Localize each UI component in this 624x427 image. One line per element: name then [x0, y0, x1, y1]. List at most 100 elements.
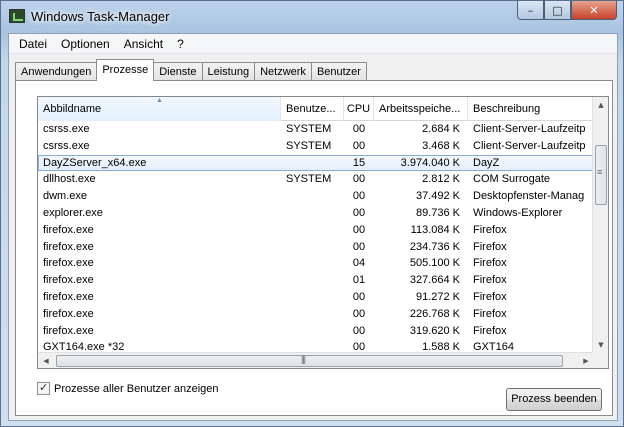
- row-cpu-cell: 00: [352, 123, 366, 135]
- maximize-button[interactable]: □: [544, 1, 571, 20]
- horizontal-scroll-thumb[interactable]: [56, 354, 563, 367]
- process-list[interactable]: ▲ Abbildname Benutze... CPU Arbeitsspeic…: [37, 96, 609, 369]
- tab-leistung[interactable]: Leistung: [201, 62, 256, 81]
- row-user-cell: [281, 239, 344, 256]
- row-name-cell: firefox.exe: [43, 274, 94, 287]
- menu-datei[interactable]: Datei: [12, 34, 54, 54]
- row-memory-cell: 319.620 K: [409, 324, 460, 337]
- row-user-cell: [281, 205, 344, 222]
- row-description-cell: Firefox: [473, 307, 507, 320]
- menu-optionen[interactable]: Optionen: [54, 34, 117, 54]
- table-row[interactable]: firefox.exe 00 234.736 K Firefox: [38, 239, 594, 256]
- row-user-cell: [281, 272, 344, 289]
- row-name-cell: csrss.exe: [43, 139, 90, 152]
- close-button[interactable]: ✕: [571, 1, 617, 20]
- show-all-users-checkbox[interactable]: [37, 381, 50, 395]
- row-name-cell: firefox.exe: [43, 257, 94, 270]
- menu-help[interactable]: ?: [170, 34, 191, 54]
- table-row[interactable]: csrss.exe SYSTEM 00 3.468 K Client-Server-La…: [38, 138, 594, 155]
- row-user-cell: [281, 323, 344, 340]
- menu-bar: Datei Optionen Ansicht ?: [9, 34, 617, 54]
- tab-dienste[interactable]: Dienste: [153, 62, 203, 81]
- tab-strip: Anwendungen Prozesse Dienste Leistung Ne…: [15, 59, 367, 81]
- column-header-row: ▲ Abbildname Benutze... CPU Arbeitsspeic…: [38, 97, 594, 121]
- client-area: Datei Optionen Ansicht ? Anwendungen Pro…: [8, 33, 618, 421]
- row-cpu-cell: 00: [352, 223, 366, 236]
- row-description-cell: Firefox: [473, 257, 507, 270]
- row-cpu-cell: 00: [352, 206, 366, 219]
- row-description-cell: Windows-Explorer: [473, 206, 563, 219]
- menu-ansicht[interactable]: Ansicht: [117, 34, 170, 54]
- horizontal-scrollbar[interactable]: ◀ ▶: [38, 352, 594, 368]
- row-user-cell: [281, 306, 344, 323]
- table-row[interactable]: csrss.exe SYSTEM 00 2.684 K Client-Server-La…: [38, 121, 594, 138]
- row-cpu-cell: 04: [352, 257, 366, 270]
- row-user-cell: [281, 222, 344, 239]
- table-row[interactable]: firefox.exe 04 505.100 K Firefox: [38, 255, 594, 272]
- table-row[interactable]: DayZServer_x64.exe 15 3.974.040 K DayZ: [38, 154, 594, 172]
- row-cpu-cell: 00: [352, 240, 366, 253]
- row-memory-cell: 226.768 K: [409, 307, 460, 320]
- window-title: Windows Task-Manager: [31, 9, 170, 24]
- row-user-cell: [281, 155, 344, 172]
- table-row[interactable]: firefox.exe 00 113.084 K Firefox: [38, 222, 594, 239]
- row-cpu-cell: 00: [352, 139, 366, 152]
- scroll-up-arrow-icon[interactable]: ▲: [593, 97, 608, 113]
- row-user-cell: SYSTEM: [286, 123, 332, 135]
- row-cpu-cell: 00: [352, 173, 366, 186]
- sort-ascending-icon: ▲: [156, 97, 163, 104]
- table-row[interactable]: firefox.exe 00 226.768 K Firefox: [38, 306, 594, 323]
- row-name-cell: firefox.exe: [43, 240, 94, 253]
- table-row[interactable]: dwm.exe 00 37.492 K Desktopfenster-Manag: [38, 188, 594, 205]
- row-description-cell: Client-Server-Laufzeitp: [473, 139, 586, 152]
- row-cpu-cell: 01: [352, 274, 366, 287]
- table-row[interactable]: firefox.exe 00 91.272 K Firefox: [38, 289, 594, 306]
- row-memory-cell: 2.812 K: [422, 173, 460, 186]
- tab-prozesse[interactable]: Prozesse: [96, 59, 155, 81]
- processes-panel: ▲ Abbildname Benutze... CPU Arbeitsspeic…: [15, 80, 613, 416]
- row-name-cell: explorer.exe: [43, 206, 103, 219]
- show-all-users-option[interactable]: Prozesse aller Benutzer anzeigen: [37, 381, 219, 395]
- row-user-cell: SYSTEM: [286, 139, 332, 152]
- row-memory-cell: 3.974.040 K: [400, 156, 460, 169]
- task-manager-window: Windows Task-Manager – □ ✕ Datei Optione…: [0, 0, 624, 427]
- row-user-cell: [281, 289, 344, 306]
- table-row[interactable]: firefox.exe 00 319.620 K Firefox: [38, 323, 594, 340]
- vertical-scrollbar[interactable]: ▲ ▼: [592, 97, 608, 353]
- row-memory-cell: 89.736 K: [415, 206, 460, 219]
- row-name-cell: firefox.exe: [43, 223, 94, 236]
- table-row[interactable]: dllhost.exe SYSTEM 00 2.812 K COM Surrogate: [38, 171, 594, 188]
- tab-benutzer[interactable]: Benutzer: [310, 62, 367, 81]
- row-user-cell: [281, 188, 344, 205]
- column-header-user[interactable]: Benutze...: [281, 97, 344, 121]
- table-row[interactable]: explorer.exe 00 89.736 K Windows-Explorer: [38, 205, 594, 222]
- row-name-cell: firefox.exe: [43, 290, 94, 303]
- tab-netzwerk[interactable]: Netzwerk: [254, 62, 312, 81]
- column-header-memory[interactable]: Arbeitsspeiche...: [374, 97, 468, 121]
- row-cpu-cell: 00: [352, 290, 366, 303]
- table-row[interactable]: firefox.exe 01 327.664 K Firefox: [38, 272, 594, 289]
- vertical-scroll-thumb[interactable]: [595, 145, 607, 205]
- column-header-description[interactable]: Beschreibung: [468, 97, 594, 121]
- column-header-cpu[interactable]: CPU: [344, 97, 374, 121]
- tab-anwendungen[interactable]: Anwendungen: [15, 62, 98, 81]
- row-name-cell: firefox.exe: [43, 324, 94, 337]
- minimize-button[interactable]: –: [517, 1, 544, 20]
- window-controls: – □ ✕: [517, 1, 617, 20]
- row-memory-cell: 3.468 K: [422, 139, 460, 152]
- end-process-button[interactable]: Prozess beenden: [506, 388, 602, 411]
- column-header-name[interactable]: ▲ Abbildname: [38, 97, 281, 121]
- scroll-left-arrow-icon[interactable]: ◀: [38, 353, 54, 368]
- row-memory-cell: 505.100 K: [409, 257, 460, 270]
- row-name-cell: dwm.exe: [43, 190, 88, 203]
- row-user-cell: SYSTEM: [286, 173, 332, 186]
- row-memory-cell: 327.664 K: [409, 274, 460, 287]
- row-cpu-cell: 00: [352, 190, 366, 203]
- title-bar[interactable]: Windows Task-Manager – □ ✕: [1, 1, 623, 33]
- show-all-users-label: Prozesse aller Benutzer anzeigen: [54, 382, 219, 395]
- row-cpu-cell: 00: [352, 307, 366, 320]
- row-name-cell: csrss.exe: [43, 123, 90, 135]
- scroll-down-arrow-icon[interactable]: ▼: [593, 337, 608, 353]
- row-description-cell: COM Surrogate: [473, 173, 551, 186]
- row-description-cell: Client-Server-Laufzeitp: [473, 123, 586, 135]
